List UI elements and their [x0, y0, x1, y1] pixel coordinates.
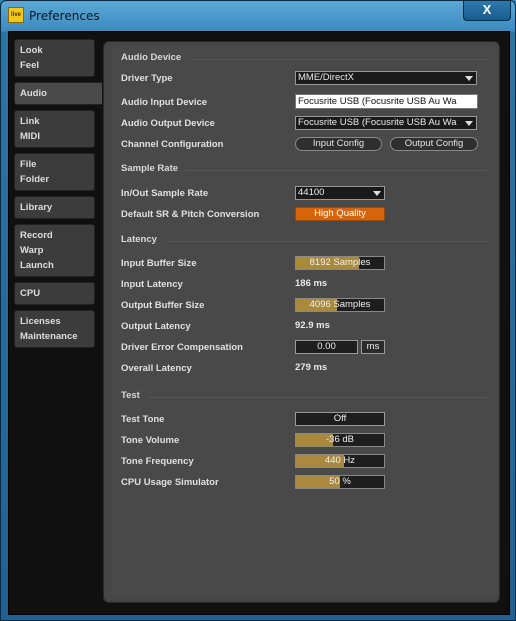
audio-output-device-label: Audio Output Device [121, 118, 215, 129]
cpu-usage-simulator-label: CPU Usage Simulator [121, 477, 219, 488]
sidebar-tab-look-feel[interactable]: Look Feel [14, 39, 95, 77]
output-buffer-size-value: 4096 Samples [309, 299, 371, 310]
tone-frequency-label: Tone Frequency [121, 456, 194, 467]
audio-output-device-dropdown[interactable]: Focusrite USB (Focusrite USB Au Wa [295, 116, 477, 130]
sidebar-tab-licenses-maintenance[interactable]: Licenses Maintenance [14, 310, 95, 348]
sidebar-item-label: CPU [20, 288, 41, 299]
input-buffer-size-value: 8192 Samples [309, 257, 371, 268]
input-config-button[interactable]: Input Config [295, 137, 382, 151]
tone-frequency-slider[interactable]: 440 Hz [295, 454, 385, 468]
sidebar-tab-link-midi[interactable]: Link MIDI [14, 110, 95, 148]
section-header-latency: Latency [121, 234, 157, 245]
sidebar-item-label: Link [20, 116, 40, 127]
tone-volume-label: Tone Volume [121, 435, 180, 446]
sidebar-item-label: Maintenance [20, 331, 78, 342]
chevron-down-icon [373, 191, 381, 196]
input-latency-label: Input Latency [121, 279, 183, 290]
audio-input-device-field[interactable]: Focusrite USB (Focusrite USB Au Wa [295, 94, 478, 109]
sidebar-tab-file-folder[interactable]: File Folder [14, 153, 95, 191]
driver-type-label: Driver Type [121, 73, 173, 84]
chevron-down-icon [465, 121, 473, 126]
audio-settings-content[interactable]: Audio Device Driver Type MME/DirectX Aud… [111, 46, 497, 596]
audio-settings-panel: Audio Device Driver Type MME/DirectX Aud… [103, 41, 500, 603]
sidebar-tab-cpu[interactable]: CPU [14, 282, 95, 305]
high-quality-toggle[interactable]: High Quality [295, 207, 385, 221]
title-bar[interactable]: live Preferences X [1, 1, 516, 31]
sidebar-item-label: Folder [20, 174, 50, 185]
input-buffer-size-slider[interactable]: 8192 Samples [295, 256, 385, 270]
input-buffer-size-label: Input Buffer Size [121, 258, 197, 269]
tone-volume-slider[interactable]: -36 dB [295, 433, 385, 447]
sidebar-item-label: Look [20, 45, 43, 56]
sidebar-item-label: Launch [20, 260, 54, 271]
chevron-down-icon [465, 76, 473, 81]
channel-configuration-label: Channel Configuration [121, 139, 224, 150]
sidebar-item-label: Warp [20, 245, 44, 256]
section-divider [149, 397, 487, 398]
sidebar-item-label: Audio [20, 88, 47, 99]
driver-type-dropdown[interactable]: MME/DirectX [295, 71, 477, 85]
sidebar-tab-record-warp-launch[interactable]: Record Warp Launch [14, 224, 95, 277]
section-header-test: Test [121, 390, 140, 401]
sidebar-item-label: Feel [20, 60, 40, 71]
audio-input-device-label: Audio Input Device [121, 97, 208, 108]
tone-frequency-value: 440 Hz [324, 455, 356, 466]
driver-type-value: MME/DirectX [298, 72, 354, 83]
output-buffer-size-slider[interactable]: 4096 Samples [295, 298, 385, 312]
sample-rate-value: 44100 [298, 187, 325, 198]
driver-error-compensation-field[interactable]: 0.00 [295, 340, 358, 354]
sample-rate-label: In/Out Sample Rate [121, 188, 209, 199]
test-tone-label: Test Tone [121, 414, 165, 425]
preferences-client-area: Look Feel Audio Link MIDI File Folder Li… [8, 31, 510, 615]
preferences-sidebar: Look Feel Audio Link MIDI File Folder Li… [14, 39, 104, 353]
test-tone-toggle[interactable]: Off [295, 412, 385, 426]
overall-latency-value: 279 ms [295, 362, 328, 373]
sidebar-item-label: File [20, 159, 37, 170]
sidebar-item-label: Licenses [20, 316, 61, 327]
section-header-sample-rate: Sample Rate [121, 163, 179, 174]
sidebar-tab-library[interactable]: Library [14, 196, 95, 219]
section-header-audio-device: Audio Device [121, 52, 182, 63]
sample-rate-dropdown[interactable]: 44100 [295, 186, 385, 200]
output-config-button[interactable]: Output Config [390, 137, 478, 151]
driver-error-compensation-unit: ms [361, 340, 385, 354]
output-buffer-size-label: Output Buffer Size [121, 300, 205, 311]
section-divider [185, 170, 487, 171]
window-title: Preferences [29, 9, 100, 23]
close-button[interactable]: X [463, 1, 511, 21]
section-divider [169, 241, 487, 242]
tone-volume-value: -36 dB [326, 434, 354, 445]
live-app-icon: live [8, 7, 24, 23]
audio-output-device-value: Focusrite USB (Focusrite USB Au Wa [298, 117, 457, 128]
output-latency-value: 92.9 ms [295, 320, 330, 331]
section-divider [193, 59, 487, 60]
sidebar-item-label: MIDI [20, 131, 41, 142]
sidebar-item-label: Library [20, 202, 53, 213]
output-latency-label: Output Latency [121, 321, 191, 332]
sr-pitch-conversion-label: Default SR & Pitch Conversion [121, 209, 260, 220]
cpu-usage-simulator-value: 50 % [329, 476, 351, 487]
sidebar-tab-audio[interactable]: Audio [14, 82, 102, 105]
sidebar-item-label: Record [20, 230, 53, 241]
cpu-usage-simulator-slider[interactable]: 50 % [295, 475, 385, 489]
input-latency-value: 186 ms [295, 278, 328, 289]
preferences-window: live Preferences X Look Feel Audio Link … [0, 0, 516, 621]
driver-error-compensation-label: Driver Error Compensation [121, 342, 243, 353]
overall-latency-label: Overall Latency [121, 363, 192, 374]
